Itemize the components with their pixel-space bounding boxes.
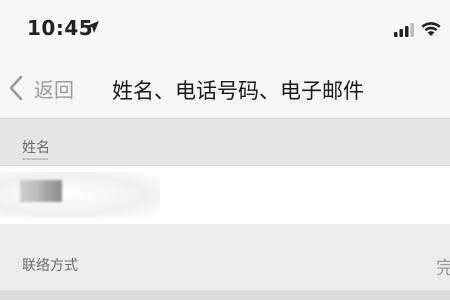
section-label-name: 姓名: [22, 140, 50, 156]
chevron-left-icon: [9, 75, 23, 101]
back-label: 返回: [34, 77, 74, 102]
location-arrow-icon: [87, 21, 99, 33]
page-title: 姓名、电话号码、电子邮件: [112, 79, 364, 103]
back-button[interactable]: 返回: [8, 72, 74, 104]
section-header-name: [0, 119, 450, 165]
wifi-icon: [421, 22, 441, 36]
redacted-name: [20, 180, 62, 202]
status-time: 10:45: [27, 16, 94, 40]
status-bar: 10:45: [0, 0, 450, 62]
cellular-signal-icon: [394, 23, 414, 37]
bottom-strip: [0, 290, 450, 300]
label-underline: [22, 158, 48, 160]
navigation-bar: 返回 姓名、电话号码、电子邮件: [0, 62, 450, 119]
section-label-contact: 联络方式: [22, 258, 78, 274]
name-field[interactable]: [0, 165, 450, 225]
contact-trailing-text[interactable]: 完: [436, 254, 450, 280]
screen: 10:45 返回 姓名、电话号码、电子邮件 姓名 联络方式 完: [0, 0, 450, 300]
